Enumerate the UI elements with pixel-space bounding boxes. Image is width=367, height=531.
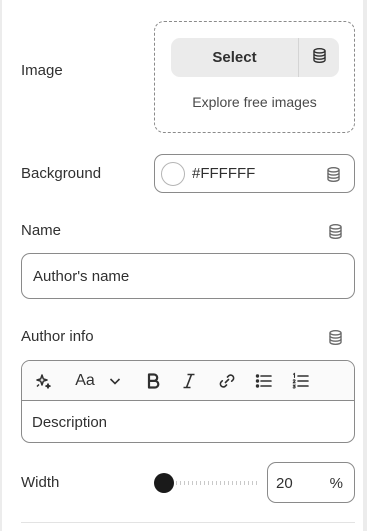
color-swatch[interactable] xyxy=(161,162,185,186)
width-value[interactable]: 20 xyxy=(276,475,293,492)
sparkle-icon[interactable] xyxy=(32,370,54,392)
background-color-field[interactable]: #FFFFFF xyxy=(154,154,355,193)
section-divider xyxy=(21,522,355,523)
image-select-group: Select xyxy=(171,38,339,77)
author-info-label: Author info xyxy=(21,328,94,345)
background-color-value[interactable]: #FFFFFF xyxy=(192,165,255,182)
numbered-list-icon[interactable] xyxy=(290,370,312,392)
background-label: Background xyxy=(21,165,102,182)
image-dynamic-source-button[interactable] xyxy=(299,38,339,77)
bold-icon[interactable] xyxy=(142,370,164,392)
rich-text-toolbar: Aa xyxy=(22,361,354,401)
width-unit: % xyxy=(329,475,343,492)
database-icon xyxy=(311,47,328,69)
name-input[interactable]: Author's name xyxy=(21,253,355,299)
database-icon[interactable] xyxy=(326,222,344,240)
slider-thumb[interactable] xyxy=(154,473,174,493)
image-label: Image xyxy=(21,62,63,79)
panel-scrollbar[interactable] xyxy=(363,0,367,531)
link-icon[interactable] xyxy=(216,370,238,392)
bullet-list-icon[interactable] xyxy=(253,370,275,392)
width-slider[interactable] xyxy=(154,473,258,493)
font-style-label: Aa xyxy=(75,372,95,389)
name-label: Name xyxy=(21,222,62,239)
width-label: Width xyxy=(21,474,60,491)
slider-track[interactable] xyxy=(164,481,258,485)
italic-icon[interactable] xyxy=(178,370,200,392)
explore-free-images-link[interactable]: Explore free images xyxy=(155,94,354,110)
chevron-down-icon[interactable] xyxy=(104,370,126,392)
panel-left-edge xyxy=(0,0,2,531)
image-dropzone[interactable]: Select Explore free images xyxy=(154,21,355,133)
database-icon[interactable] xyxy=(324,165,342,183)
font-style-button[interactable]: Aa xyxy=(72,370,98,392)
select-image-button[interactable]: Select xyxy=(171,38,298,77)
author-info-text-area[interactable]: Description xyxy=(22,401,354,442)
database-icon[interactable] xyxy=(326,328,344,346)
width-number-field[interactable]: 20 % xyxy=(267,462,355,503)
author-info-editor: Aa Description xyxy=(21,360,355,443)
